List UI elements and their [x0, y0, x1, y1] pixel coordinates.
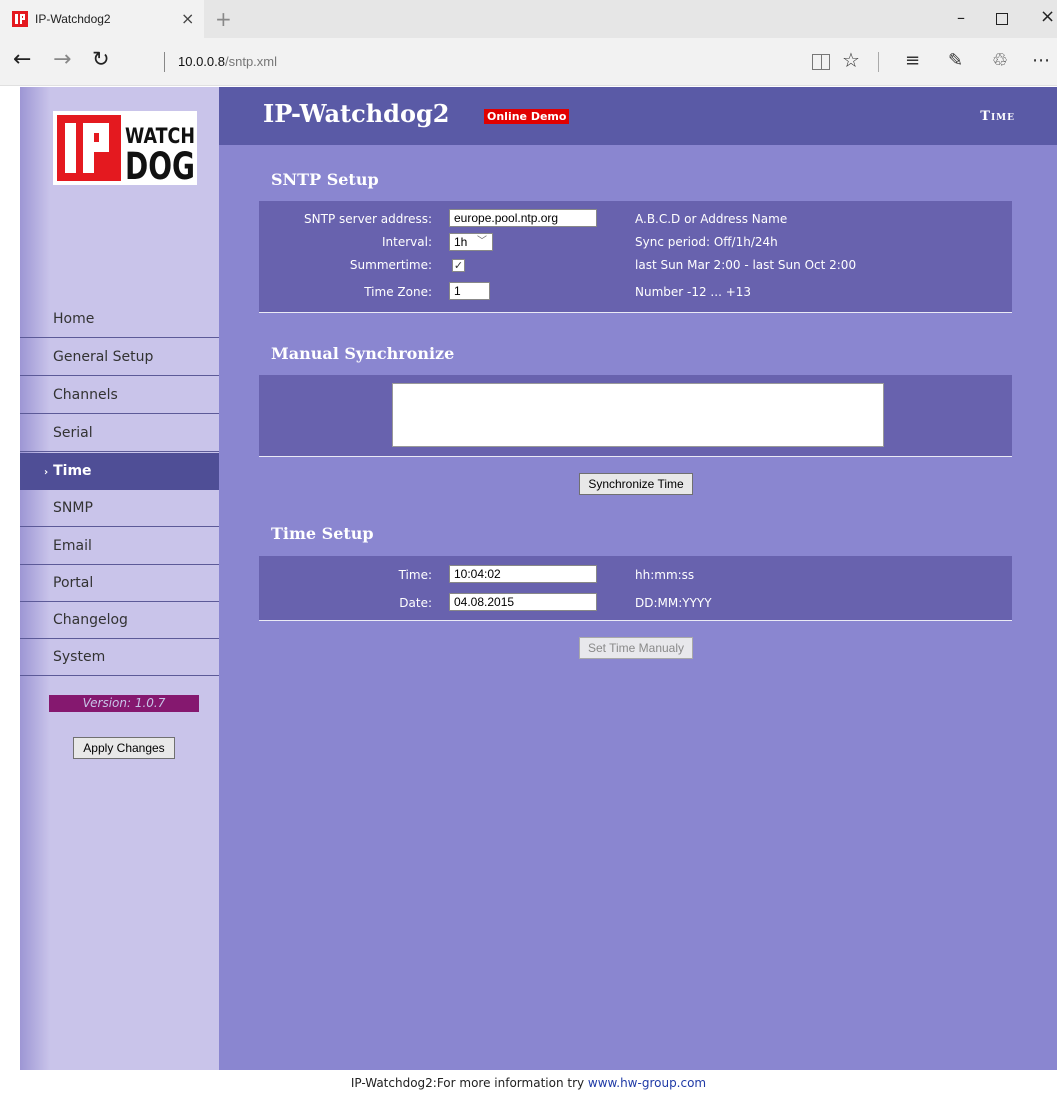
back-icon[interactable]: ←: [13, 47, 31, 72]
sidebar-item-email[interactable]: Email: [20, 528, 219, 565]
apply-changes-button[interactable]: Apply Changes: [73, 737, 175, 759]
time-setup-panel: Time: 10:04:02 hh:mm:ss Date: 04.08.2015…: [259, 556, 1012, 621]
time-zone-input[interactable]: 1: [449, 282, 490, 300]
new-tab-icon[interactable]: +: [215, 7, 232, 31]
sntp-server-label: SNTP server address:: [304, 212, 432, 226]
refresh-icon[interactable]: ↻: [92, 47, 110, 71]
date-label: Date:: [399, 596, 432, 610]
footer-text: IP-Watchdog2:For more information try: [350, 1076, 588, 1090]
active-arrow-icon: ›: [44, 467, 49, 478]
sidebar-item-system[interactable]: System: [20, 639, 219, 676]
time-hint: hh:mm:ss: [635, 568, 695, 582]
window-close-icon[interactable]: ×: [1040, 6, 1055, 27]
favicon-icon: [12, 11, 28, 27]
main-content: IP-Watchdog2 Online Demo Time SNTP Setup…: [219, 87, 1057, 1070]
summertime-checkbox[interactable]: ✓: [452, 259, 465, 272]
sync-output-box: [392, 383, 884, 447]
logo-word-bottom: DOG: [125, 145, 195, 185]
sntp-server-input[interactable]: europe.pool.ntp.org: [449, 209, 597, 227]
time-zone-hint: Number -12 ... +13: [635, 285, 752, 299]
sidebar-item-channels[interactable]: Channels: [20, 377, 219, 414]
sidebar-item-time[interactable]: › Time: [20, 453, 219, 490]
manual-sync-title: Manual Synchronize: [271, 344, 455, 363]
summertime-hint: last Sun Mar 2:00 - last Sun Oct 2:00: [635, 258, 857, 272]
window-maximize-icon[interactable]: [996, 13, 1008, 25]
interval-label: Interval:: [382, 235, 432, 249]
version-badge: Version: 1.0.7: [49, 695, 199, 712]
page-header: IP-Watchdog2 Online Demo Time: [219, 87, 1057, 145]
page-title: Time: [980, 109, 1015, 124]
reading-view-icon[interactable]: [812, 54, 830, 70]
synchronize-time-button[interactable]: Synchronize Time: [579, 473, 693, 495]
tab-close-icon[interactable]: ×: [181, 9, 194, 28]
url-separator: [164, 52, 165, 72]
time-input[interactable]: 10:04:02: [449, 565, 597, 583]
date-input[interactable]: 04.08.2015: [449, 593, 597, 611]
summertime-label: Summertime:: [349, 258, 432, 272]
toolbar-separator: [878, 52, 879, 72]
sntp-setup-title: SNTP Setup: [271, 170, 379, 189]
sidebar: WATCH DOG Home General Setup Channels Se…: [20, 87, 219, 1070]
sidebar-item-serial[interactable]: Serial: [20, 415, 219, 452]
share-icon[interactable]: ♲: [992, 50, 1008, 71]
app-title: IP-Watchdog2: [263, 99, 450, 128]
manual-sync-panel: [259, 375, 1012, 457]
forward-icon[interactable]: →: [53, 47, 71, 72]
url-path: /sntp.xml: [225, 54, 278, 69]
online-demo-badge: Online Demo: [484, 109, 570, 124]
interval-value: 1h: [454, 235, 468, 249]
time-setup-title: Time Setup: [271, 524, 374, 543]
browser-tab[interactable]: IP-Watchdog2 ×: [0, 0, 204, 38]
url-field[interactable]: 10.0.0.8/sntp.xml: [178, 54, 277, 69]
web-page: WATCH DOG Home General Setup Channels Se…: [0, 87, 1057, 1102]
interval-select[interactable]: 1h ﹀: [449, 233, 493, 251]
date-hint: DD:MM:YYYY: [635, 596, 712, 610]
web-note-icon[interactable]: ✎: [948, 50, 963, 71]
sidebar-item-general-setup[interactable]: General Setup: [20, 339, 219, 376]
sidebar-item-snmp[interactable]: SNMP: [20, 490, 219, 527]
more-icon[interactable]: ⋯: [1032, 50, 1050, 71]
interval-hint: Sync period: Off/1h/24h: [635, 235, 778, 249]
browser-tab-bar: IP-Watchdog2 × + – ×: [0, 0, 1057, 38]
chevron-down-icon: ﹀: [477, 236, 487, 247]
sntp-server-hint: A.B.C.D or Address Name: [635, 212, 788, 226]
ip-watchdog-logo: WATCH DOG: [53, 111, 197, 185]
tab-title: IP-Watchdog2: [35, 12, 111, 26]
sidebar-item-portal[interactable]: Portal: [20, 565, 219, 602]
time-zone-label: Time Zone:: [364, 285, 432, 299]
favorite-star-icon[interactable]: ☆: [842, 48, 860, 72]
sidebar-item-time-label: Time: [53, 463, 92, 479]
sidebar-item-home[interactable]: Home: [20, 301, 219, 338]
sntp-setup-panel: SNTP server address: europe.pool.ntp.org…: [259, 201, 1012, 313]
url-host: 10.0.0.8: [178, 54, 225, 69]
browser-address-bar: ← → ↻ 10.0.0.8/sntp.xml ☆ ≡ ✎ ♲ ⋯: [0, 38, 1057, 86]
time-label: Time:: [398, 568, 432, 582]
set-time-manually-button[interactable]: Set Time Manualy: [579, 637, 693, 659]
sidebar-item-changelog[interactable]: Changelog: [20, 602, 219, 639]
window-minimize-icon[interactable]: –: [957, 8, 965, 27]
page-footer: IP-Watchdog2:For more information try ww…: [0, 1070, 1057, 1102]
hub-icon[interactable]: ≡: [905, 50, 920, 71]
footer-link[interactable]: www.hw-group.com: [588, 1076, 706, 1090]
